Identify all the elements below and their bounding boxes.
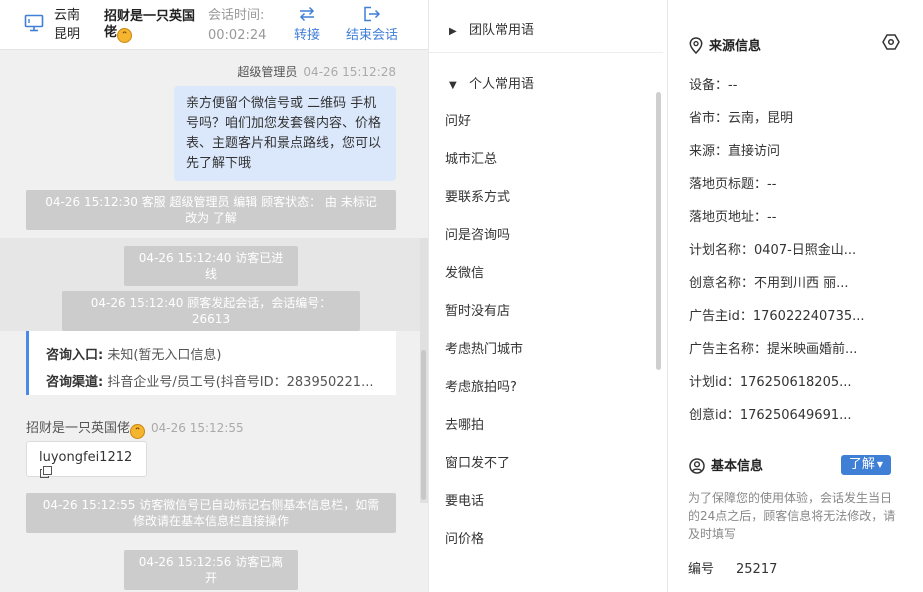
- basic-info-title: 基本信息: [711, 459, 764, 474]
- phrase-item[interactable]: 要联系方式: [445, 186, 510, 205]
- agent-name: 超级管理员: [237, 65, 298, 79]
- agent-message-meta: 超级管理员 04-26 15:12:28: [237, 63, 396, 80]
- system-notice-session-started: 04-26 15:12:40 顾客发起会话，会话编号：26613: [62, 291, 360, 331]
- chat-scrollbar-thumb[interactable]: [421, 350, 426, 500]
- visitor-info-panel: 来源信息 设备：-- 省市：云南，昆明 来源：直接访问 落地页标题：-- 落地页…: [668, 0, 923, 592]
- phrases-scrollbar-thumb[interactable]: [656, 92, 661, 370]
- agent-message-bubble: 亲方便留个微信号或 二维码 手机号吗？咱们加您发套餐内容、价格表、主题客片和景点…: [174, 86, 396, 181]
- chat-panel: 云南 昆明 招财是一只英国佬 ᵔ 会话时间: 00:02:24 转接 结束会话 …: [0, 0, 428, 592]
- info-plan-name: 计划名称：0407-日照金山...: [689, 243, 857, 258]
- transfer-button[interactable]: 转接: [294, 6, 320, 43]
- phrase-item[interactable]: 城市汇总: [445, 148, 497, 167]
- team-phrases-group[interactable]: ▶ 团队常用语: [449, 19, 534, 38]
- info-region: 省市：云南，昆明: [689, 111, 794, 126]
- message-list[interactable]: 超级管理员 04-26 15:12:28 亲方便留个微信号或 二维码 手机号吗？咱…: [0, 50, 428, 592]
- cat-emoji-icon: ᵔ: [117, 28, 133, 43]
- phrases-divider: [429, 52, 663, 53]
- system-notice-status-change: 04-26 15:12:30 客服 超级管理员 编辑 顾客状态： 由 未标记 改…: [26, 190, 396, 230]
- caret-right-icon: ▶: [449, 26, 457, 37]
- phrase-item[interactable]: 问价格: [445, 528, 484, 547]
- customer-id-label: 编号: [688, 562, 715, 577]
- info-landing-title: 落地页标题：--: [689, 177, 777, 192]
- channel-label: 咨询渠道:: [46, 375, 104, 390]
- visitor-city: 昆明: [54, 27, 81, 42]
- phrase-item[interactable]: 要电话: [445, 490, 484, 509]
- system-notice-visitor-entered: 04-26 15:12:40 访客已进线: [124, 246, 298, 286]
- customer-id-value: 25217: [736, 562, 778, 577]
- info-device: 设备：--: [689, 78, 738, 93]
- copy-icon[interactable]: [40, 466, 52, 478]
- session-time: 会话时间: 00:02:24: [208, 6, 266, 46]
- session-time-label: 会话时间:: [208, 8, 265, 23]
- visitor-message-meta: 招财是一只英国佬 ᵔ 04-26 15:12:55: [26, 417, 244, 439]
- personal-phrases-label: 个人常用语: [469, 77, 535, 92]
- customer-status-dropdown[interactable]: 了解 ▼: [841, 455, 891, 475]
- info-advertiser-id: 广告主id：176022240735...: [689, 309, 865, 324]
- phrase-item[interactable]: 问是咨询吗: [445, 224, 510, 243]
- phrase-item[interactable]: 暂时没有店: [445, 300, 510, 319]
- phrase-item[interactable]: 窗口发不了: [445, 452, 510, 471]
- phrase-item[interactable]: 去哪拍: [445, 414, 484, 433]
- location-pin-icon: [689, 37, 703, 55]
- visitor-province: 云南: [54, 8, 81, 23]
- visitor-message-time: 04-26 15:12:55: [151, 421, 244, 435]
- chat-header: 云南 昆明 招财是一只英国佬 ᵔ 会话时间: 00:02:24 转接 结束会话: [0, 0, 428, 50]
- phrase-item[interactable]: 考虑旅拍吗?: [445, 376, 517, 395]
- caret-down-icon: ▼: [876, 460, 884, 469]
- info-source: 来源：直接访问: [689, 144, 781, 159]
- source-info-title: 来源信息: [709, 39, 762, 54]
- entry-row: 咨询入口: 未知(暂无入口信息): [46, 342, 396, 369]
- system-notice-wechat-marked: 04-26 15:12:55 访客微信号已自动标记右侧基本信息栏，如需修改请在基…: [26, 493, 396, 533]
- phrase-item[interactable]: 问好: [445, 110, 471, 129]
- end-session-label: 结束会话: [346, 28, 399, 43]
- system-notice-visitor-left: 04-26 15:12:56 访客已离开: [124, 550, 298, 590]
- phrase-item[interactable]: 发微信: [445, 262, 484, 281]
- monitor-icon: [24, 14, 44, 32]
- personal-phrases-group[interactable]: ▼ 个人常用语: [449, 73, 534, 92]
- info-landing-url: 落地页地址：--: [689, 210, 777, 225]
- entry-info-card: 咨询入口: 未知(暂无入口信息) 咨询渠道: 抖音企业号/员工号(抖音号ID：2…: [26, 331, 396, 395]
- visitor-sender-name: 招财是一只英国佬: [26, 421, 131, 436]
- info-creative-name: 创意名称：不用到川西 丽...: [689, 276, 849, 291]
- agent-message-time: 04-26 15:12:28: [303, 65, 396, 79]
- settings-icon[interactable]: [882, 33, 900, 51]
- entry-label: 咨询入口:: [46, 348, 104, 363]
- info-plan-id: 计划id：176250618205...: [689, 375, 852, 390]
- transfer-icon: [299, 6, 315, 22]
- chat-workspace: 云南 昆明 招财是一只英国佬 ᵔ 会话时间: 00:02:24 转接 结束会话 …: [0, 0, 923, 592]
- source-info-header: 来源信息: [689, 35, 762, 55]
- visitor-location: 云南 昆明: [54, 6, 80, 44]
- customer-id-row: 编号 25217: [688, 558, 777, 577]
- logout-icon: [364, 6, 381, 22]
- channel-row: 咨询渠道: 抖音企业号/员工号(抖音号ID：283950221...: [46, 369, 396, 395]
- team-phrases-label: 团队常用语: [469, 23, 535, 38]
- channel-value: 抖音企业号/员工号(抖音号ID：283950221...: [103, 375, 374, 390]
- info-creative-id: 创意id：176250649691...: [689, 408, 852, 423]
- basic-info-header: 基本信息: [689, 455, 763, 474]
- visitor-message-bubble: luyongfei1212: [26, 441, 147, 478]
- end-session-button[interactable]: 结束会话: [346, 6, 398, 43]
- visitor-message-text: luyongfei1212: [39, 450, 133, 465]
- session-time-value: 00:02:24: [208, 28, 267, 43]
- entry-value: 未知(暂无入口信息): [103, 348, 222, 363]
- user-icon: [689, 458, 705, 474]
- quick-phrases-panel: ▶ 团队常用语 ▼ 个人常用语 问好 城市汇总 要联系方式 问是咨询吗 发微信 暂时…: [428, 0, 668, 592]
- phrase-item[interactable]: 考虑热门城市: [445, 338, 523, 357]
- info-advertiser-name: 广告主名称：提米映画婚前...: [689, 342, 858, 357]
- transfer-label: 转接: [294, 28, 321, 43]
- cat-emoji-icon: ᵔ: [130, 424, 146, 439]
- customer-status-label: 了解: [848, 457, 875, 472]
- visitor-name-title: 招财是一只英国佬 ᵔ: [104, 9, 200, 43]
- edit-deadline-notice: 为了保障您的使用体验，会话发生当日的24点之后，顾客信息将无法修改，请及时填写: [688, 491, 896, 541]
- caret-down-icon: ▼: [449, 80, 457, 91]
